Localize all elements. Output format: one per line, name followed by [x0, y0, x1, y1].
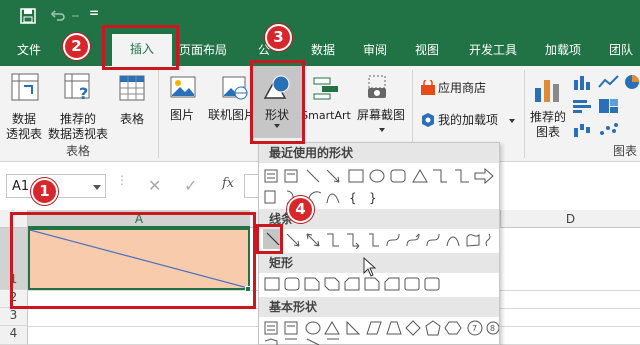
rectangles-gallery[interactable] — [263, 275, 499, 293]
group-label-tables: 表格 — [65, 144, 90, 158]
scatter-chart-icon[interactable] — [598, 122, 620, 138]
recommended-charts-label-2: 图表 — [535, 125, 560, 139]
tab-team[interactable]: 团队 — [609, 41, 633, 58]
cancel-icon[interactable]: ✕ — [148, 176, 161, 195]
store-icon — [421, 80, 435, 95]
table-icon — [119, 75, 145, 101]
ribbon-tabs: 文件 页面布局 公 数据 审阅 视图 开发工具 加载项 团队 — [0, 32, 640, 66]
step-marker-4: 4 — [287, 196, 314, 223]
shapes-dropdown: 最近使用的形状 { } 线条 矩形 基本形状 7 8 — [258, 142, 500, 345]
splitter-handle-icon[interactable]: ⋮ — [116, 174, 128, 186]
screenshot-icon — [368, 75, 386, 98]
mouse-cursor-icon — [363, 257, 377, 277]
row-header-4[interactable]: 4 — [0, 326, 28, 345]
formula-input[interactable] — [244, 174, 258, 198]
tab-data[interactable]: 数据 — [311, 41, 335, 58]
waterfall-chart-icon[interactable] — [572, 122, 594, 138]
smartart-button[interactable]: SmartArt — [300, 108, 352, 123]
step-marker-1: 1 — [31, 178, 58, 205]
column-header-d[interactable]: D — [500, 210, 640, 228]
tab-developer[interactable]: 开发工具 — [469, 41, 517, 58]
pivot-table-label-2: 透视表 — [5, 127, 42, 141]
svg-text:7: 7 — [472, 324, 477, 333]
step-marker-2: 2 — [63, 33, 90, 60]
screenshot-button[interactable]: 屏幕截图 — [354, 108, 408, 123]
smartart-icon — [313, 77, 338, 100]
recommended-pivot-label-2: 数据透视表 — [47, 127, 108, 141]
recommended-pivot-button[interactable]: 推荐的 数据透视表 — [46, 112, 110, 142]
recommended-pivot-label-1: 推荐的 — [59, 112, 96, 126]
highlight-cell-a1 — [10, 212, 256, 309]
row-header-3[interactable]: 3 — [0, 308, 28, 326]
table-button[interactable]: 表格 — [114, 112, 150, 127]
my-addins-button[interactable]: 我的加载项 — [438, 113, 498, 128]
recommended-charts-label-1: 推荐的 — [529, 110, 566, 124]
redo-icon[interactable] — [70, 8, 82, 24]
lines-gallery[interactable] — [263, 231, 499, 249]
row-4-label: 4 — [9, 326, 18, 340]
my-addins-dropdown-arrow-icon[interactable] — [509, 119, 515, 123]
tab-page-layout[interactable]: 页面布局 — [179, 41, 227, 58]
pivot-table-button[interactable]: 数据 透视表 — [4, 112, 44, 142]
insert-function-icon[interactable]: fx — [222, 176, 234, 191]
tab-view[interactable]: 视图 — [415, 41, 439, 58]
recent-shapes-header: 最近使用的形状 — [259, 143, 499, 163]
tab-addins[interactable]: 加载项 — [545, 41, 581, 58]
group-divider — [524, 70, 525, 158]
recent-brace-open: { — [349, 191, 357, 205]
basic-shapes-gallery[interactable]: 7 8 — [263, 319, 499, 345]
name-box-value: A1 — [12, 179, 30, 194]
rectangles-header: 矩形 — [259, 253, 499, 273]
quick-access-toolbar: = — [0, 0, 640, 32]
highlight-tab-insert — [102, 25, 179, 70]
name-box-dropdown-icon[interactable] — [93, 185, 101, 190]
svg-text:?: ? — [79, 84, 88, 102]
pivot-table-label-1: 数据 — [11, 112, 36, 126]
recommended-pivot-icon: ? — [64, 73, 90, 102]
picture-button[interactable]: 图片 — [166, 108, 198, 123]
recommended-charts-button[interactable]: 推荐的 图表 — [528, 110, 568, 140]
online-picture-icon — [222, 76, 248, 100]
step-marker-3: 3 — [265, 24, 292, 51]
svg-text:8: 8 — [490, 324, 495, 333]
column-d-label: D — [565, 212, 576, 226]
group-divider — [158, 70, 159, 158]
basic-shapes-header: 基本形状 — [259, 297, 499, 317]
highlight-line-shape — [256, 224, 283, 254]
row-3-label: 3 — [9, 308, 18, 322]
save-icon[interactable] — [20, 8, 36, 24]
screenshot-dropdown-arrow-icon[interactable] — [379, 128, 385, 132]
highlight-shapes-button — [250, 60, 305, 144]
customize-qat-icon[interactable]: = — [89, 6, 99, 20]
my-addins-icon — [422, 113, 434, 127]
group-label-charts: 图表 — [612, 144, 637, 158]
recent-brace-close: } — [369, 191, 377, 205]
undo-icon[interactable] — [50, 8, 66, 24]
app-store-button[interactable]: 应用商店 — [438, 81, 486, 96]
column-chart-icon[interactable] — [572, 74, 594, 90]
bar-chart-icon[interactable] — [572, 98, 594, 114]
tab-file[interactable]: 文件 — [17, 41, 41, 58]
pie-chart-icon[interactable] — [624, 74, 640, 90]
recommended-charts-icon — [535, 80, 559, 102]
line-chart-icon[interactable] — [598, 74, 620, 90]
enter-icon[interactable]: ✓ — [184, 176, 197, 195]
tab-review[interactable]: 审阅 — [363, 41, 387, 58]
pivot-table-icon — [11, 73, 39, 101]
picture-icon — [170, 76, 196, 98]
hierarchy-chart-icon[interactable] — [598, 98, 620, 114]
